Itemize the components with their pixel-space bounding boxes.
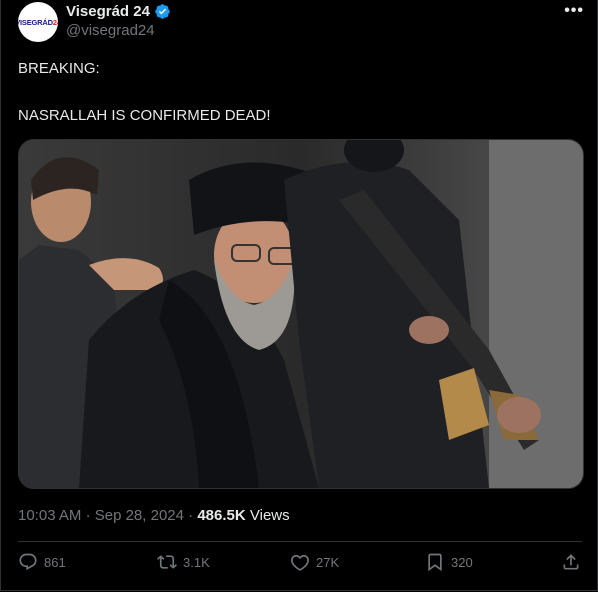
author-name[interactable]: Visegrád 24 (66, 3, 150, 20)
divider (18, 541, 582, 542)
more-icon[interactable]: ••• (564, 2, 584, 20)
author-handle[interactable]: @visegrad24 (66, 22, 155, 39)
views-count: 486.5K (197, 507, 246, 524)
tweet-meta: 10:03 AM · Sep 28, 2024 · 486.5K Views (18, 507, 290, 524)
bookmark-button[interactable]: 320 (425, 552, 473, 572)
avatar-logo: VISEGRÁD24 (18, 17, 58, 27)
reply-count: 861 (44, 554, 66, 570)
repost-icon (157, 555, 177, 569)
repost-button[interactable]: 3.1K (157, 552, 210, 572)
meta-separator: · (188, 507, 198, 524)
views-label: Views (249, 507, 290, 524)
tweet-text-line-2: NASRALLAH IS CONFIRMED DEAD! (18, 107, 271, 124)
tweet-date[interactable]: Sep 28, 2024 (95, 507, 184, 524)
bookmark-icon (428, 553, 442, 572)
avatar[interactable]: VISEGRÁD24 (18, 2, 58, 42)
like-button[interactable]: 27K (290, 552, 339, 572)
tweet-time[interactable]: 10:03 AM (18, 507, 81, 524)
tweet-text-line-1: BREAKING: (18, 60, 100, 77)
bookmark-count: 320 (451, 554, 473, 570)
repost-count: 3.1K (183, 554, 210, 570)
like-count: 27K (316, 554, 340, 570)
meta-separator: · (85, 507, 95, 524)
author-name-row: Visegrád 24 (66, 3, 171, 20)
verified-badge-icon (155, 4, 170, 19)
reply-button[interactable]: 861 (18, 552, 66, 572)
share-button[interactable] (561, 552, 581, 572)
share-icon (563, 554, 579, 570)
reply-icon (19, 553, 37, 571)
photo-illustration (19, 140, 583, 488)
heart-icon (291, 554, 309, 571)
action-bar: 861 3.1K 27K 320 (18, 552, 582, 578)
tweet-photo[interactable] (18, 139, 584, 489)
